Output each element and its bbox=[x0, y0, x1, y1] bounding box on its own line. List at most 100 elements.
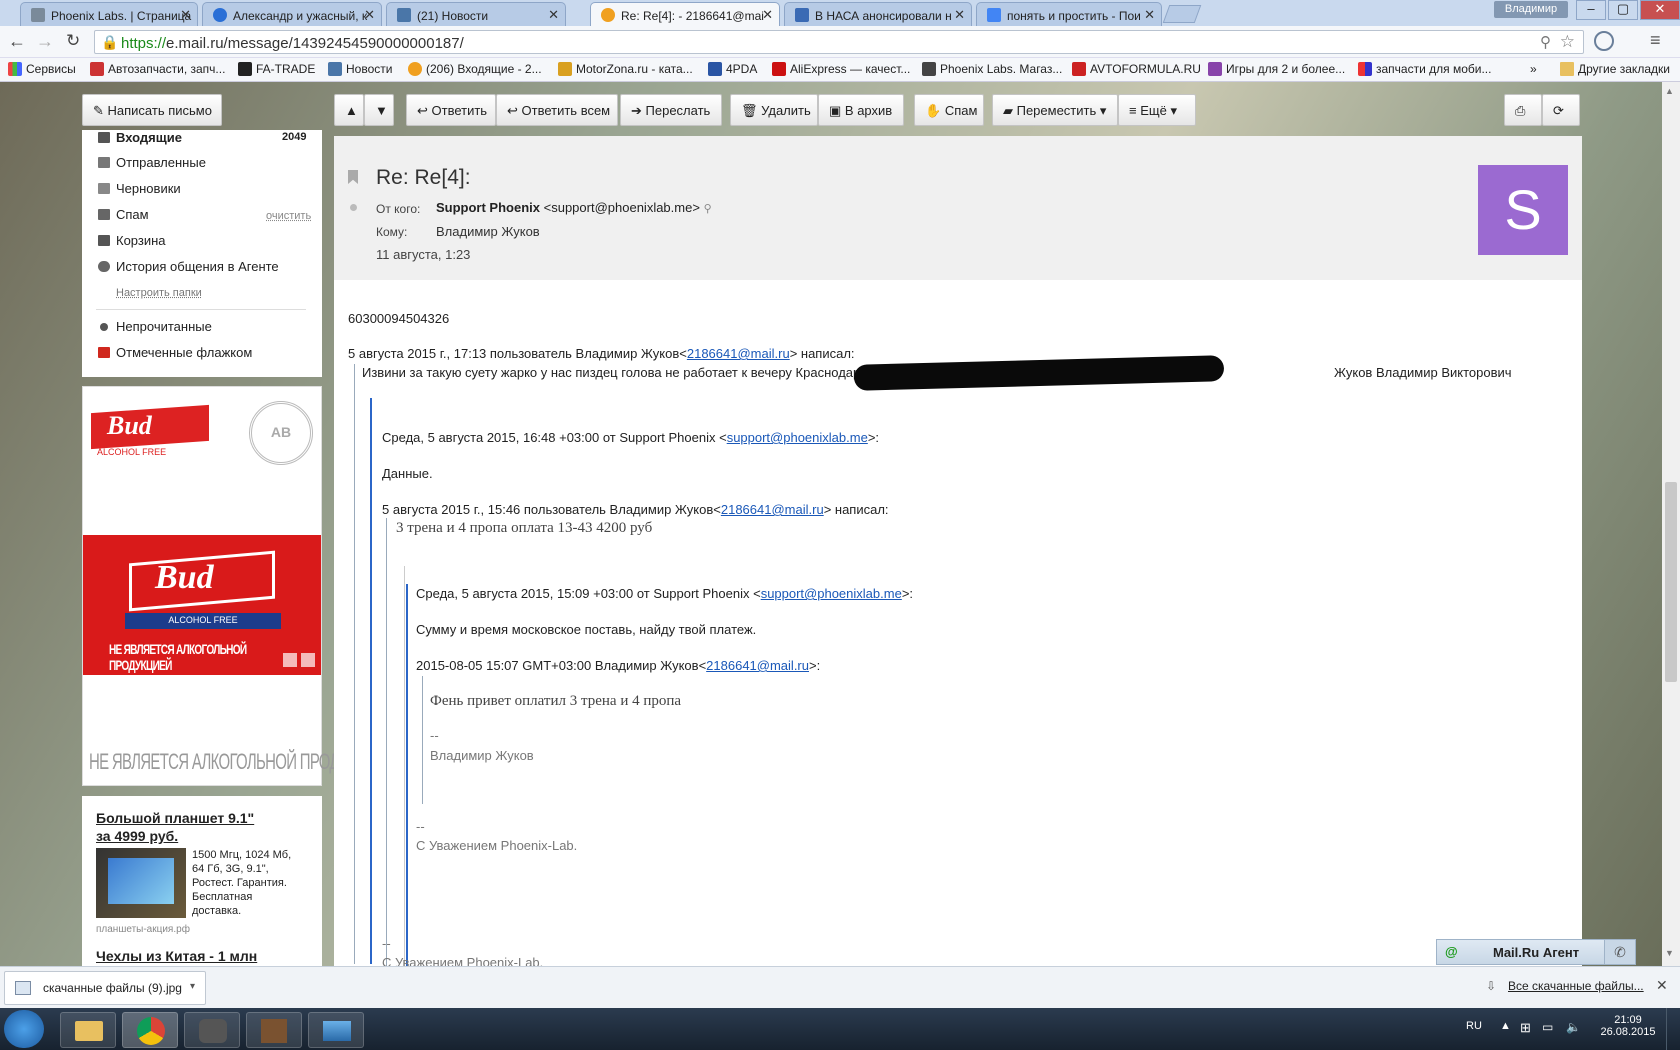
search-icon[interactable]: ⚲ bbox=[704, 203, 712, 215]
clock[interactable]: 21:09 26.08.2015 bbox=[1600, 1014, 1656, 1038]
volume-icon[interactable]: 🔈 bbox=[1566, 1020, 1581, 1034]
reply-all-button[interactable]: ↩ Ответить всем bbox=[496, 94, 618, 126]
network-icon[interactable]: ▭ bbox=[1542, 1020, 1553, 1034]
bookmark-news[interactable]: Новости bbox=[328, 62, 392, 76]
filter-unread[interactable]: Непрочитанные bbox=[98, 319, 212, 334]
close-tab-icon[interactable]: ✕ bbox=[762, 7, 773, 23]
language-indicator[interactable]: RU bbox=[1466, 1020, 1482, 1032]
bookmarks-more[interactable]: » bbox=[1530, 62, 1537, 76]
taskbar-explorer[interactable] bbox=[60, 1012, 116, 1048]
clear-spam-link[interactable]: очистить bbox=[266, 210, 311, 222]
ad-title[interactable]: Большой планшет 9.1" bbox=[96, 810, 254, 826]
bookmark-phoenix[interactable]: Phoenix Labs. Магаз... bbox=[922, 62, 1062, 76]
extension-icon[interactable] bbox=[1594, 31, 1614, 51]
text-ad[interactable]: Большой планшет 9.1" за 4999 руб. 1500 М… bbox=[82, 796, 322, 966]
download-menu-caret-icon[interactable]: ▾ bbox=[190, 981, 195, 992]
folder-inbox[interactable]: Входящие bbox=[98, 130, 182, 145]
close-tab-icon[interactable]: ✕ bbox=[364, 7, 375, 23]
scrollbar-thumb[interactable] bbox=[1665, 482, 1677, 682]
scroll-down-icon[interactable]: ▼ bbox=[1665, 948, 1674, 958]
bookmark-star-icon[interactable]: ☆ bbox=[1560, 32, 1575, 52]
bookmark-games[interactable]: Игры для 2 и более... bbox=[1208, 62, 1345, 76]
tab-google-search[interactable]: понять и простить - Пои ✕ bbox=[976, 2, 1162, 26]
bookmark-motorzona[interactable]: MotorZona.ru - ката... bbox=[558, 62, 693, 76]
reply-button[interactable]: ↩ Ответить bbox=[406, 94, 496, 126]
archive-button[interactable]: ▣ В архив bbox=[818, 94, 904, 126]
next-message-button[interactable]: ▼ bbox=[364, 94, 394, 126]
ad-info-icon[interactable] bbox=[283, 653, 297, 667]
move-button[interactable]: ▰ Переместить ▾ bbox=[992, 94, 1118, 126]
maximize-window-button[interactable]: ▢ bbox=[1608, 0, 1638, 20]
filter-flagged[interactable]: Отмеченные флажком bbox=[98, 345, 252, 360]
ad-close-icon[interactable] bbox=[301, 653, 315, 667]
configure-folders-link[interactable]: Настроить папки bbox=[116, 287, 202, 299]
taskbar-chrome[interactable] bbox=[122, 1012, 178, 1048]
tablet-image[interactable] bbox=[96, 848, 186, 918]
bookmark-4pda[interactable]: 4PDA bbox=[708, 62, 757, 76]
email-link[interactable]: support@phoenixlab.me bbox=[761, 586, 902, 601]
tab-nasa[interactable]: В НАСА анонсировали н ✕ bbox=[784, 2, 972, 26]
email-link[interactable]: 2186641@mail.ru bbox=[706, 658, 809, 673]
taskbar-photo-viewer[interactable] bbox=[308, 1012, 364, 1048]
folder-agent-history[interactable]: История общения в Агенте bbox=[98, 259, 279, 274]
back-arrow-icon[interactable]: ← bbox=[8, 31, 26, 52]
bookmark-other-folder[interactable]: Другие закладки bbox=[1560, 62, 1670, 76]
ad-domain[interactable]: планшеты-акция.рф bbox=[96, 924, 190, 935]
pin-icon[interactable]: ⚲ bbox=[1540, 33, 1551, 51]
toggle-view-button[interactable]: ⟳ bbox=[1542, 94, 1580, 126]
bookmark-aliexpress[interactable]: AliExpress — качест... bbox=[772, 62, 910, 76]
phone-icon[interactable]: ✆ bbox=[1604, 939, 1636, 965]
close-window-button[interactable]: ✕ bbox=[1640, 0, 1680, 20]
email-link[interactable]: 2186641@mail.ru bbox=[687, 346, 790, 361]
close-download-bar-icon[interactable]: ✕ bbox=[1656, 977, 1668, 994]
bookmark-mobile-parts[interactable]: запчасти для моби... bbox=[1358, 62, 1491, 76]
page-scrollbar[interactable]: ▲ ▼ bbox=[1662, 82, 1680, 966]
forward-button[interactable]: ➔ Переслать bbox=[620, 94, 722, 126]
sender[interactable]: Support Phoenix <support@phoenixlab.me> … bbox=[436, 200, 712, 215]
ad-title[interactable]: Чехлы из Китая - 1 млн bbox=[96, 948, 257, 964]
ad-banner[interactable]: Bud ALCOHOL FREE AB Bud ALCOHOL FREE НЕ … bbox=[82, 386, 396, 786]
recipient-name[interactable]: Владимир Жуков bbox=[436, 224, 540, 239]
email-link[interactable]: support@phoenixlab.me bbox=[727, 430, 868, 445]
folder-trash[interactable]: Корзина bbox=[98, 233, 166, 248]
menu-icon[interactable]: ≡ bbox=[1650, 30, 1661, 51]
download-item[interactable]: скачанные файлы (9).jpg bbox=[4, 971, 206, 1005]
scroll-up-icon[interactable]: ▲ bbox=[1665, 86, 1674, 96]
start-button[interactable] bbox=[4, 1010, 44, 1048]
tab-video[interactable]: Александр и ужасный, к ✕ bbox=[202, 2, 382, 26]
close-tab-icon[interactable]: ✕ bbox=[1144, 7, 1155, 23]
bookmark-avtoformula[interactable]: AVTOFORMULA.RU bbox=[1072, 62, 1201, 76]
more-button[interactable]: ≡ Ещё ▾ bbox=[1118, 94, 1196, 126]
address-bar[interactable]: 🔒 https://e.mail.ru/message/143924545900… bbox=[94, 30, 1584, 54]
bookmark-autoparts[interactable]: Автозапчасти, запч... bbox=[90, 62, 225, 76]
profile-badge[interactable]: Владимир bbox=[1494, 1, 1568, 18]
minimize-window-button[interactable]: – bbox=[1576, 0, 1606, 20]
compose-button[interactable]: ✎ Написать письмо bbox=[82, 94, 222, 126]
forward-arrow-icon[interactable]: → bbox=[36, 31, 54, 52]
folder-spam[interactable]: Спам bbox=[98, 207, 149, 222]
taskbar-minecraft[interactable] bbox=[246, 1012, 302, 1048]
tray-arrow-icon[interactable]: ▲ bbox=[1500, 1020, 1511, 1032]
show-desktop-button[interactable] bbox=[1666, 1008, 1680, 1050]
close-tab-icon[interactable]: ✕ bbox=[548, 7, 559, 23]
print-button[interactable]: ⎙ bbox=[1504, 94, 1542, 126]
windows-flag-icon[interactable]: ⊞ bbox=[1520, 1020, 1531, 1036]
delete-button[interactable]: 🗑 Удалить bbox=[730, 94, 818, 126]
flag-icon[interactable] bbox=[348, 170, 358, 184]
tab-vk-news[interactable]: (21) Новости ✕ bbox=[386, 2, 566, 26]
all-downloads-link[interactable]: Все скачанные файлы... bbox=[1508, 979, 1644, 993]
email-link[interactable]: 2186641@mail.ru bbox=[721, 502, 824, 517]
folder-drafts[interactable]: Черновики bbox=[98, 181, 181, 196]
bookmark-inbox[interactable]: (206) Входящие - 2... bbox=[408, 62, 542, 76]
ad-title[interactable]: за 4999 руб. bbox=[96, 828, 178, 844]
folder-sent[interactable]: Отправленные bbox=[98, 155, 206, 170]
close-tab-icon[interactable]: ✕ bbox=[954, 7, 965, 23]
bookmark-apps[interactable]: Сервисы bbox=[8, 62, 76, 76]
spam-button[interactable]: ✋ Спам bbox=[914, 94, 984, 126]
reload-icon[interactable]: ↻ bbox=[66, 31, 80, 51]
new-tab-button[interactable] bbox=[1162, 5, 1202, 23]
tab-mail-message[interactable]: Re: Re[4]: - 2186641@mai ✕ bbox=[590, 2, 780, 26]
bookmark-fa-trade[interactable]: FA-TRADE bbox=[238, 62, 315, 76]
close-tab-icon[interactable]: ✕ bbox=[180, 7, 191, 23]
tab-phoenix-labs[interactable]: Phoenix Labs. | Страница ✕ bbox=[20, 2, 198, 26]
